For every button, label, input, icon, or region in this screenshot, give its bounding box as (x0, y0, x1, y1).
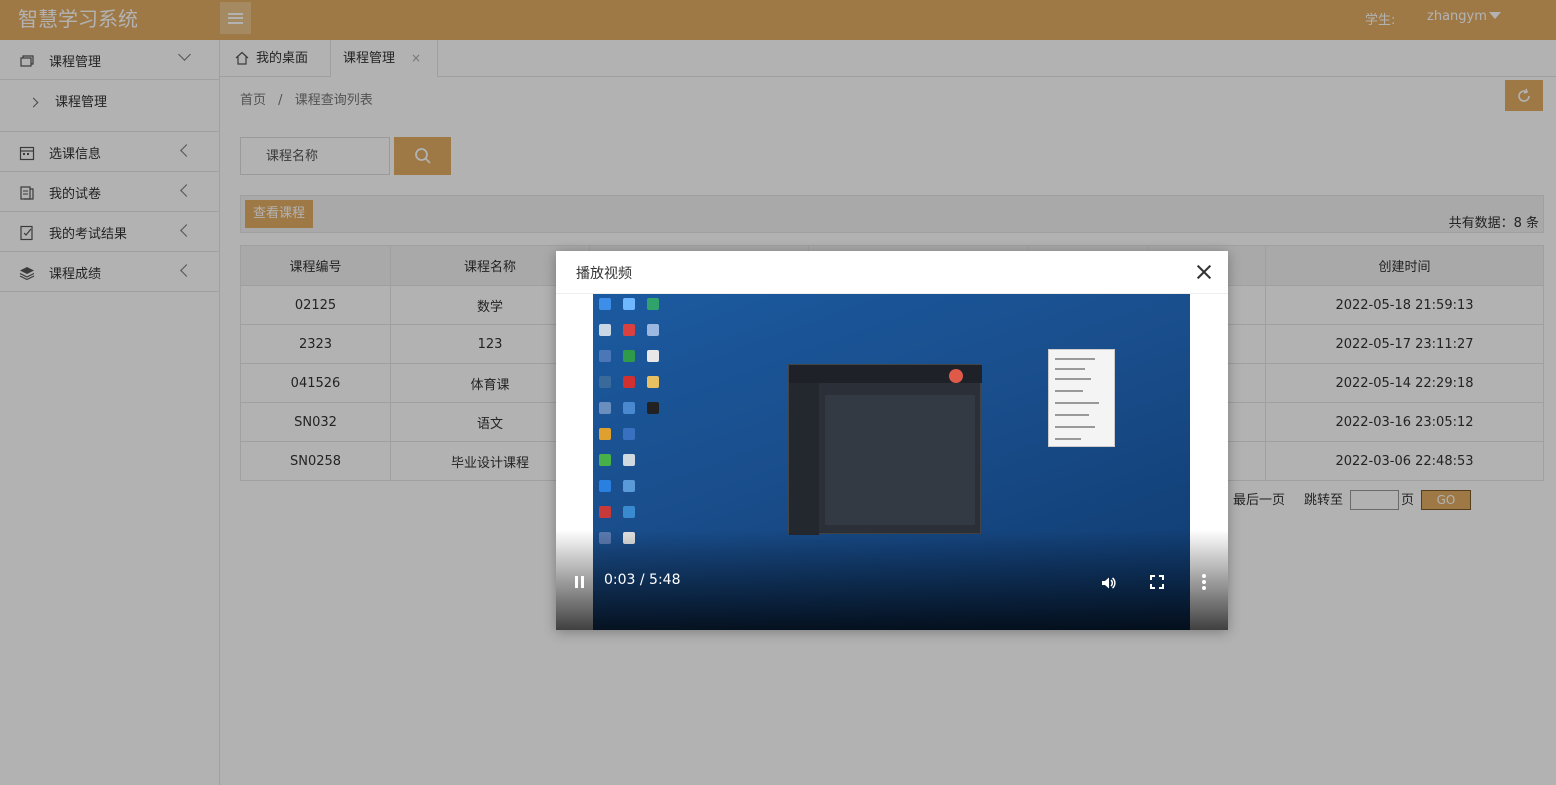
desktop-icon (647, 324, 659, 336)
desktop-icon (647, 376, 659, 388)
fullscreen-icon[interactable] (1150, 575, 1164, 589)
desktop-icon (623, 402, 635, 414)
desktop-icon (647, 350, 659, 362)
record-icon (949, 369, 963, 383)
desktop-icon (623, 298, 635, 310)
video-modal: 播放视频 0:03 / 5:48 (556, 251, 1228, 630)
desktop-icon (623, 454, 635, 466)
desktop-icon (599, 402, 611, 414)
desktop-icon (623, 480, 635, 492)
modal-title: 播放视频 (576, 266, 632, 282)
app-sidebar (789, 383, 819, 535)
desktop-icon (599, 350, 611, 362)
desktop-icon (623, 350, 635, 362)
desktop-icon (623, 324, 635, 336)
app-panel (825, 395, 975, 525)
desktop-icon (623, 506, 635, 518)
desktop-icon (599, 480, 611, 492)
context-menu-image (1048, 349, 1115, 447)
desktop-icon (599, 324, 611, 336)
recorder-app-window (788, 364, 982, 535)
video-time: 0:03 / 5:48 (604, 572, 681, 588)
close-icon[interactable] (1196, 264, 1212, 280)
pause-icon[interactable] (574, 576, 586, 588)
desktop-icon (599, 506, 611, 518)
desktop-icon (623, 376, 635, 388)
desktop-icon (623, 428, 635, 440)
more-options-icon[interactable] (1201, 574, 1207, 590)
desktop-icon (599, 428, 611, 440)
desktop-icon (647, 298, 659, 310)
desktop-icon (599, 454, 611, 466)
desktop-icon (647, 402, 659, 414)
video-player[interactable]: 0:03 / 5:48 (556, 294, 1228, 630)
desktop-icon (599, 298, 611, 310)
desktop-icon (599, 376, 611, 388)
volume-icon[interactable] (1100, 575, 1116, 591)
